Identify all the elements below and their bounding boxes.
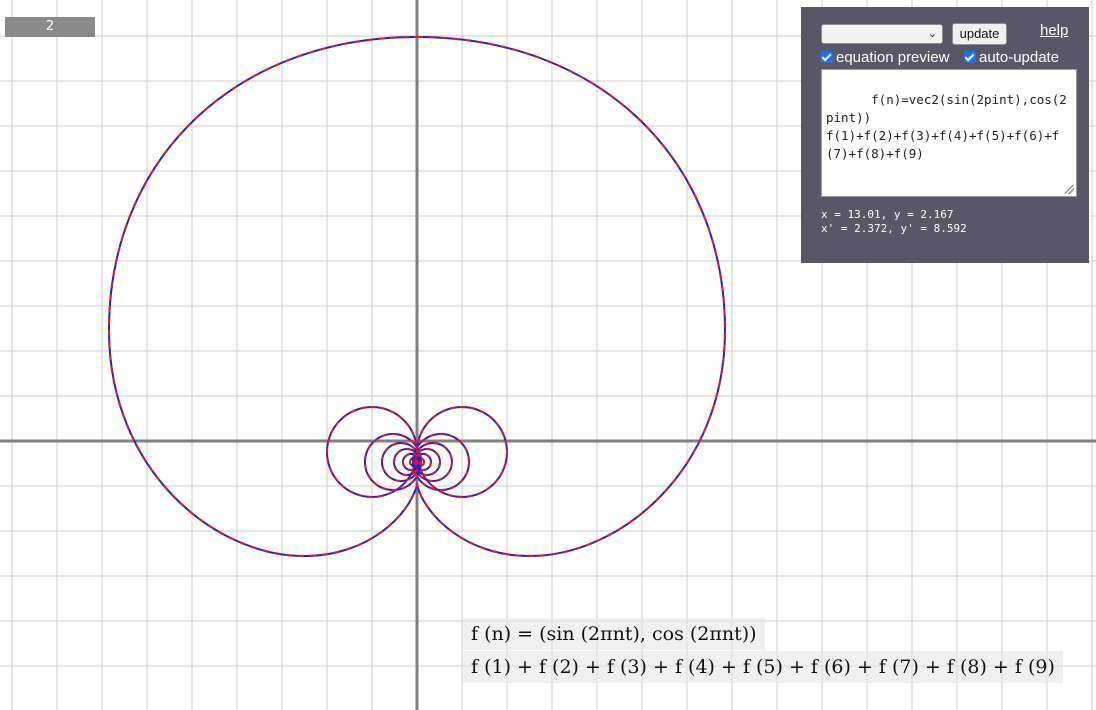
transformed-coordinates: x' = 2.372, y' = 8.592 [821,222,967,235]
auto-update-checkbox[interactable] [964,51,976,63]
auto-update-option: auto-update [964,48,1059,66]
equation-preview-checkbox[interactable] [821,51,833,63]
cursor-coordinates: x = 13.01, y = 2.167 [821,208,954,221]
equation-editor[interactable]: f(n)=vec2(sin(2pint),cos(2pint)) f(1)+f(… [821,69,1077,197]
update-button[interactable]: update [952,23,1007,45]
help-link[interactable]: help [1040,22,1068,39]
control-panel: ⌄ update help equation preview auto-upda… [801,7,1089,263]
equation-preview-label: equation preview [836,48,950,66]
equation-preview-option: equation preview [821,48,949,66]
scale-indicator: 2 [5,17,95,37]
resize-handle-icon[interactable] [1065,185,1074,194]
equation-preview-line-1: f (n) = (sin (2πnt), cos (2πnt)) [463,618,765,650]
equation-editor-text: f(n)=vec2(sin(2pint),cos(2pint)) f(1)+f(… [826,92,1067,161]
graph-canvas[interactable]: 2 ⌄ update help equation preview auto-up… [0,0,1096,710]
equation-preview-line-2: f (1) + f (2) + f (3) + f (4) + f (5) + … [463,651,1063,683]
auto-update-label: auto-update [979,48,1060,66]
chevron-down-icon: ⌄ [927,28,937,40]
expression-select[interactable]: ⌄ [821,24,943,44]
